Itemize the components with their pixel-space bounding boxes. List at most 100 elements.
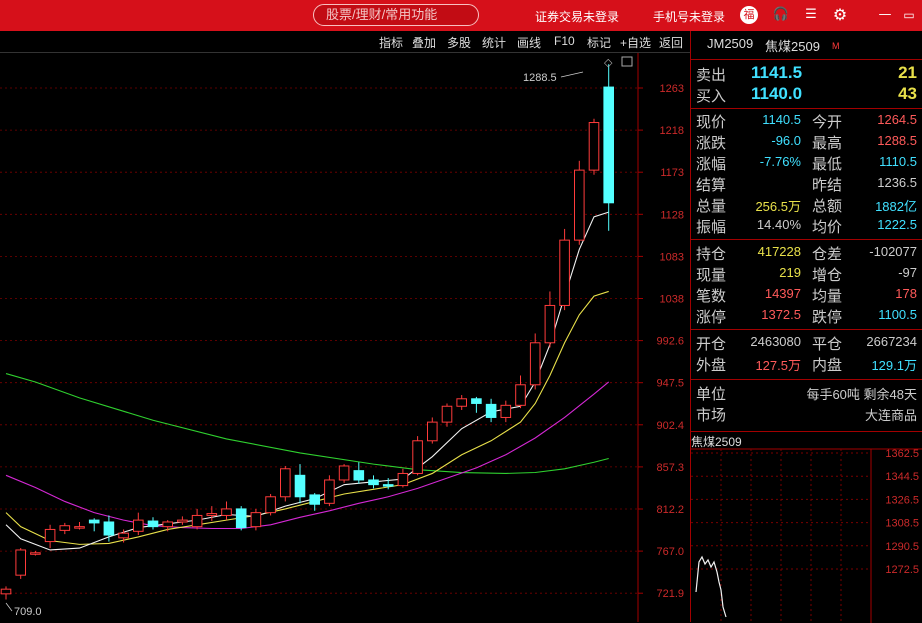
- tb-back[interactable]: 返回: [659, 34, 683, 51]
- gear-icon[interactable]: ⚙: [831, 6, 849, 24]
- candle[interactable]: [412, 436, 423, 476]
- price-tick-label: 1038: [660, 294, 684, 306]
- tb-watchlist[interactable]: +自选: [620, 34, 651, 51]
- quote-label: 现价: [696, 114, 727, 131]
- tb-stats[interactable]: 统计: [482, 34, 506, 51]
- price-tick-label: 1218: [660, 125, 684, 137]
- candle[interactable]: [368, 475, 379, 489]
- quote-label: 昨结: [812, 177, 843, 194]
- quote-label: 跌停: [812, 309, 843, 326]
- buy-price[interactable]: 1140.0: [751, 84, 802, 104]
- quote-value: -97: [898, 265, 917, 280]
- quote-label: 现量: [696, 267, 727, 284]
- candle[interactable]: [44, 524, 56, 549]
- mini-tick-label: 1326.5: [885, 494, 919, 506]
- candle[interactable]: [353, 462, 365, 484]
- panel-toggle-icon[interactable]: [621, 56, 633, 67]
- contract-name: 焦煤2509: [765, 39, 820, 54]
- search-input[interactable]: 股票/理财/常用功能: [313, 4, 479, 26]
- minimize-icon[interactable]: —: [876, 6, 894, 24]
- candle[interactable]: [574, 160, 585, 245]
- tb-f10[interactable]: F10: [554, 34, 575, 48]
- margin-badge: M: [832, 41, 840, 51]
- tb-overlay[interactable]: 叠加: [412, 34, 436, 51]
- candle[interactable]: [88, 518, 100, 532]
- candle[interactable]: [30, 550, 41, 556]
- candle[interactable]: [191, 508, 203, 530]
- quote-value: 219: [779, 265, 801, 280]
- candle[interactable]: [515, 375, 526, 409]
- quote-label: 涨停: [696, 309, 727, 326]
- quote-value: 256.5万: [755, 199, 801, 214]
- candle[interactable]: [500, 400, 512, 423]
- buy-label: 买入: [696, 88, 727, 105]
- quote-label: 结算: [696, 177, 727, 194]
- candle[interactable]: [280, 465, 291, 502]
- market-value: 大连商品: [864, 408, 917, 423]
- candle[interactable]: [559, 228, 570, 311]
- quote-label: 涨跌: [696, 135, 727, 152]
- quote-panel: JM2509 焦煤2509 M 卖出 1141.5 21 买入 1140.0 4…: [690, 31, 922, 431]
- low-price-label: 709.0: [14, 606, 42, 618]
- candle[interactable]: [206, 506, 218, 522]
- candle[interactable]: [133, 512, 144, 536]
- sell-label: 卖出: [696, 67, 727, 84]
- ma-white-line: [5, 211, 609, 551]
- candle[interactable]: [324, 475, 335, 507]
- quote-label: 总量: [696, 198, 727, 215]
- quote-label: 开仓: [696, 336, 727, 353]
- quote-value: 1372.5: [761, 307, 801, 322]
- mini-tick-label: 1362.5: [885, 448, 919, 460]
- candle[interactable]: [588, 118, 600, 175]
- candle[interactable]: [397, 468, 409, 488]
- candle[interactable]: [235, 506, 247, 531]
- price-tick-label: 947.5: [656, 378, 684, 390]
- candle[interactable]: [529, 333, 541, 390]
- price-tick-label: 1173: [660, 167, 684, 179]
- candle[interactable]: [221, 501, 232, 521]
- candle[interactable]: [265, 493, 276, 516]
- candle[interactable]: [456, 395, 467, 410]
- phone-login-link[interactable]: 手机号未登录: [653, 8, 725, 25]
- quote-label: 持仓: [696, 246, 727, 263]
- candle[interactable]: [309, 493, 320, 511]
- quote-label: 笔数: [696, 288, 727, 305]
- candle[interactable]: [177, 516, 188, 525]
- candle[interactable]: [603, 64, 615, 231]
- quote-value: 1236.5: [877, 175, 917, 190]
- candle[interactable]: [147, 517, 159, 530]
- candle[interactable]: [74, 521, 85, 530]
- sell-price[interactable]: 1141.5: [751, 63, 802, 83]
- candle[interactable]: [441, 403, 453, 427]
- quote-label: 今开: [812, 114, 843, 131]
- candle[interactable]: [162, 520, 173, 532]
- intraday-mini-chart[interactable]: 焦煤2509 1362.5 1344.5 1326.5 1308.5 1290.5 127…: [690, 431, 922, 623]
- tb-indicator[interactable]: 指标: [379, 34, 403, 51]
- list-icon[interactable]: ☰: [802, 6, 820, 24]
- mini-tick-label: 1290.5: [885, 541, 919, 553]
- headset-icon[interactable]: 🎧: [772, 6, 790, 24]
- diamond-icon[interactable]: ◇: [604, 56, 613, 69]
- quote-value: 14397: [764, 286, 801, 301]
- tb-multi[interactable]: 多股: [447, 34, 471, 51]
- quote-label: 平仓: [812, 336, 843, 353]
- tb-mark[interactable]: 标记: [587, 34, 611, 51]
- candle[interactable]: [294, 464, 306, 504]
- quote-value: 1222.5: [877, 217, 917, 232]
- quote-value: 129.1万: [871, 358, 917, 373]
- tb-draw[interactable]: 画线: [517, 34, 541, 51]
- securities-login-link[interactable]: 证券交易未登录: [535, 8, 619, 25]
- candle[interactable]: [485, 398, 497, 423]
- candle[interactable]: [59, 522, 71, 535]
- candle[interactable]: [544, 291, 556, 348]
- logo-icon[interactable]: 福: [740, 6, 758, 24]
- candlestick-chart[interactable]: 1263 1218 1173 1128 1083 1038 992.6 947.5 902.4 8…: [0, 53, 690, 622]
- maximize-icon[interactable]: ▭: [900, 6, 918, 24]
- price-tick-label: 902.4: [656, 420, 684, 432]
- quote-value: 1140.5: [762, 112, 801, 127]
- candle[interactable]: [338, 464, 350, 483]
- candle[interactable]: [15, 548, 26, 579]
- candle[interactable]: [471, 396, 482, 413]
- candle[interactable]: [427, 417, 438, 444]
- candle[interactable]: [0, 586, 12, 600]
